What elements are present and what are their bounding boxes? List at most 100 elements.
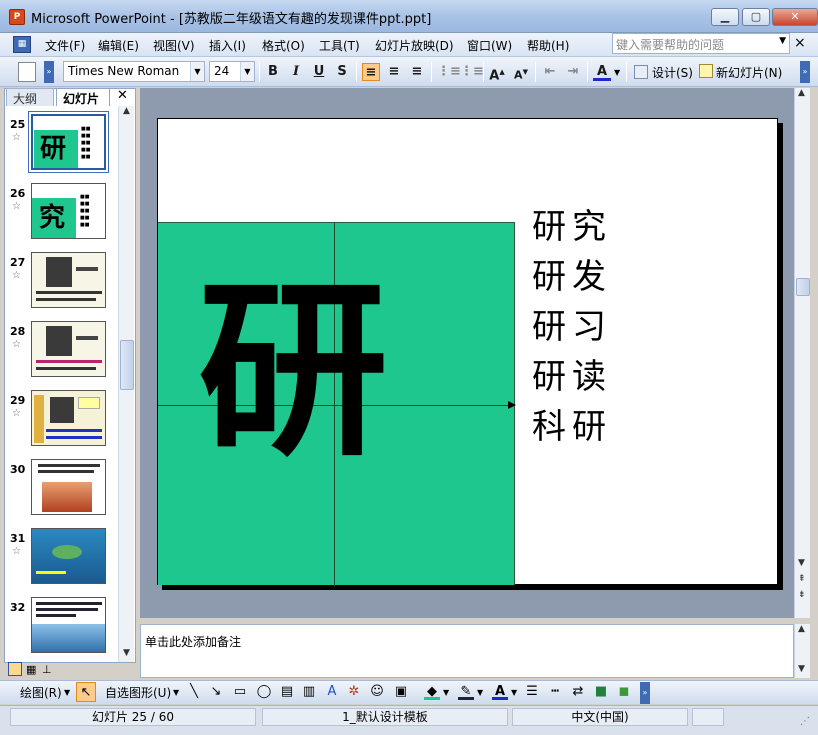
toolbar-options-icon[interactable]: » xyxy=(44,61,54,83)
notes-scrollbar[interactable]: ▲ ▼ xyxy=(794,624,810,678)
scroll-down-icon[interactable]: ▼ xyxy=(123,648,130,658)
line-icon[interactable]: ╲ xyxy=(186,684,202,700)
shadow-button[interactable]: S xyxy=(333,63,351,81)
chevron-down-icon[interactable]: ▼ xyxy=(64,688,70,697)
menu-format[interactable]: 格式(O) xyxy=(262,37,305,54)
normal-view-icon[interactable] xyxy=(8,662,22,676)
arrow-style-icon[interactable]: ⇄ xyxy=(570,684,586,700)
slide-thumbnail-26[interactable]: 究 ■■ ■■ ■■ ■■ ■■ xyxy=(31,183,106,239)
rectangle-icon[interactable]: ▭ xyxy=(232,684,248,700)
3d-style-icon[interactable]: ◼ xyxy=(616,684,632,700)
tab-outline[interactable]: 大纲 xyxy=(6,88,54,106)
select-pointer-icon[interactable]: ↖ xyxy=(76,682,96,702)
bold-button[interactable]: B xyxy=(264,63,282,81)
tab-slides[interactable]: 幻灯片 xyxy=(56,88,110,106)
draw-menu[interactable]: 绘图(R) xyxy=(20,684,62,701)
increase-indent-icon[interactable]: ⇥ xyxy=(564,63,582,81)
menu-tools[interactable]: 工具(T) xyxy=(319,37,360,54)
vertical-textbox-icon[interactable]: ▥ xyxy=(301,684,317,700)
menu-insert[interactable]: 插入(I) xyxy=(209,37,246,54)
numbering-icon[interactable]: ⋮≡ xyxy=(437,63,461,81)
character-box[interactable]: 研 xyxy=(158,222,516,586)
design-button[interactable]: 设计(S) xyxy=(652,64,693,81)
chevron-down-icon[interactable]: ▼ xyxy=(614,68,620,77)
chevron-down-icon[interactable]: ▼ xyxy=(443,688,449,697)
slide-thumbnail-29[interactable] xyxy=(31,390,106,446)
line-color-icon[interactable]: ✎ xyxy=(458,684,474,700)
minimize-button[interactable]: ▁ xyxy=(711,8,739,26)
dash-style-icon[interactable]: ┅ xyxy=(547,684,563,700)
scroll-thumb[interactable] xyxy=(120,340,134,390)
arrow-icon[interactable]: ↘ xyxy=(208,684,224,700)
slide-thumbnail-30[interactable] xyxy=(31,459,106,515)
close-icon[interactable]: ✕ xyxy=(117,88,128,103)
new-document-icon[interactable] xyxy=(18,62,36,82)
resize-grip-icon[interactable]: ⋰ xyxy=(800,716,810,727)
slide-scrollbar[interactable]: ▲ ▼ ⇞ ⇟ xyxy=(794,88,810,618)
chevron-down-icon[interactable]: ▼ xyxy=(240,62,254,81)
slide-sorter-icon[interactable]: ▦ xyxy=(26,663,36,676)
align-center-icon[interactable]: ≡ xyxy=(385,63,403,81)
menu-file[interactable]: 文件(F) xyxy=(45,37,85,54)
chevron-down-icon[interactable]: ▼ xyxy=(173,688,179,697)
oval-icon[interactable]: ◯ xyxy=(256,684,272,700)
increase-font-icon[interactable]: A▲ xyxy=(488,63,506,83)
slide-thumbnail-25[interactable]: 研 ■■ ■■ ■■ ■■ ■■ xyxy=(29,112,108,172)
toolbar-options-icon[interactable]: » xyxy=(800,61,810,83)
chevron-down-icon[interactable]: ▼ xyxy=(511,688,517,697)
font-size-select[interactable]: 24 ▼ xyxy=(209,61,255,82)
menu-help[interactable]: 帮助(H) xyxy=(527,37,569,54)
autoshapes-menu[interactable]: 自选图形(U) xyxy=(105,684,171,701)
powerpoint-icon[interactable]: P xyxy=(9,9,25,25)
menu-window[interactable]: 窗口(W) xyxy=(467,37,512,54)
fill-color-icon[interactable]: ◆ xyxy=(424,684,440,700)
italic-button[interactable]: I xyxy=(287,63,305,81)
slideshow-icon[interactable]: ⊥ xyxy=(42,663,52,676)
slide-thumbnail-32[interactable] xyxy=(31,597,106,653)
menu-slideshow[interactable]: 幻灯片放映(D) xyxy=(375,37,454,54)
chevron-down-icon[interactable]: ▼ xyxy=(190,62,204,81)
chevron-down-icon[interactable]: ▼ xyxy=(779,36,786,46)
slide-thumbnail-31[interactable] xyxy=(31,528,106,584)
font-name-select[interactable]: Times New Roman ▼ xyxy=(63,61,205,82)
line-style-icon[interactable]: ☰ xyxy=(524,684,540,700)
close-button[interactable]: ✕ xyxy=(772,8,818,26)
maximize-button[interactable]: ▢ xyxy=(742,8,770,26)
chevron-down-icon[interactable]: ▼ xyxy=(477,688,483,697)
align-left-icon[interactable]: ≡ xyxy=(362,63,380,81)
scroll-thumb[interactable] xyxy=(796,278,810,296)
decrease-indent-icon[interactable]: ⇤ xyxy=(541,63,559,81)
status-template[interactable]: 1_默认设计模板 xyxy=(262,708,508,726)
slide-thumbnail-28[interactable] xyxy=(31,321,106,377)
next-slide-icon[interactable]: ⇟ xyxy=(798,590,806,600)
slide-canvas[interactable]: 研 研究 研发 研习 研读 科研 xyxy=(157,118,778,586)
scroll-down-icon[interactable]: ▼ xyxy=(798,558,805,568)
wordart-icon[interactable]: A xyxy=(324,684,340,700)
picture-icon[interactable]: ▣ xyxy=(393,684,409,700)
font-color-icon[interactable]: A xyxy=(492,684,508,700)
textbox-icon[interactable]: ▤ xyxy=(279,684,295,700)
scroll-up-icon[interactable]: ▲ xyxy=(798,88,805,98)
scroll-up-icon[interactable]: ▲ xyxy=(123,106,130,116)
document-icon[interactable]: ▦ xyxy=(13,36,31,53)
new-slide-button[interactable]: 新幻灯片(N) xyxy=(716,64,782,81)
font-color-icon[interactable]: A xyxy=(593,63,611,81)
previous-slide-icon[interactable]: ⇞ xyxy=(798,574,806,584)
menu-edit[interactable]: 编辑(E) xyxy=(98,37,139,54)
underline-button[interactable]: U xyxy=(310,63,328,81)
scroll-down-icon[interactable]: ▼ xyxy=(798,664,805,674)
clipart-icon[interactable]: ☺ xyxy=(369,684,385,700)
diagram-icon[interactable]: ✲ xyxy=(346,684,362,700)
shadow-style-icon[interactable]: ■ xyxy=(593,684,609,700)
notes-pane[interactable]: 单击此处添加备注 xyxy=(140,624,794,678)
bullets-icon[interactable]: ⋮≡ xyxy=(460,63,484,81)
toolbar-options-icon[interactable]: » xyxy=(640,682,650,704)
scroll-up-icon[interactable]: ▲ xyxy=(798,624,805,634)
slides-pane-scrollbar[interactable]: ▲ ▼ xyxy=(118,106,134,662)
help-search-input[interactable]: 键入需要帮助的问题 ▼ xyxy=(612,33,790,54)
decrease-font-icon[interactable]: A▼ xyxy=(512,63,530,82)
slide-thumbnail-27[interactable] xyxy=(31,252,106,308)
align-right-icon[interactable]: ≡ xyxy=(408,63,426,81)
menu-view[interactable]: 视图(V) xyxy=(153,37,195,54)
document-close-icon[interactable]: × xyxy=(794,35,806,51)
